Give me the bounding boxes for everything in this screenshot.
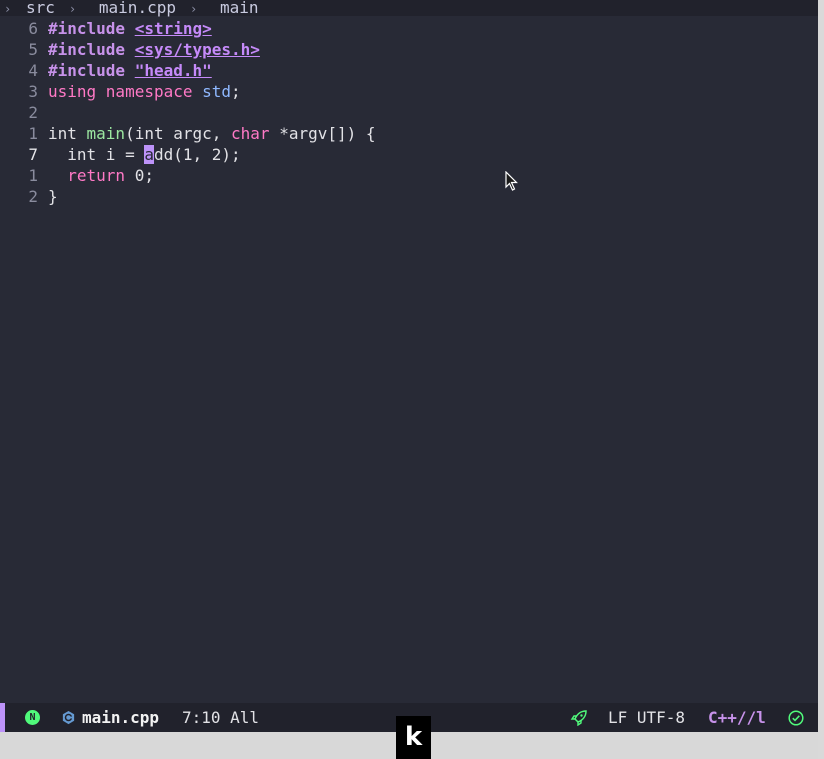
- breadcrumb-item-symbol[interactable]: main: [220, 0, 259, 16]
- breadcrumb-item-file[interactable]: main.cpp: [99, 0, 176, 16]
- code-token: <sys/types.h>: [134, 40, 260, 59]
- window-edge: [818, 0, 824, 759]
- breadcrumb: › src › main.cpp › main: [0, 0, 818, 16]
- language-indicator[interactable]: C++//l: [708, 703, 766, 732]
- code-token: int: [48, 124, 87, 143]
- mouse-pointer-icon: [505, 171, 518, 191]
- code-token: namespace: [105, 82, 203, 101]
- breadcrumb-separator: ›: [68, 2, 77, 16]
- line-number: 5: [28, 40, 38, 59]
- code-text[interactable]: }: [48, 186, 58, 207]
- code-line[interactable]: 2}: [0, 186, 818, 207]
- line-number: 6: [28, 19, 38, 38]
- code-line[interactable]: 5 #include <sys/types.h>: [0, 39, 818, 60]
- code-token: <string>: [134, 19, 212, 38]
- code-token: argc,: [173, 124, 232, 143]
- encoding-indicator[interactable]: LF UTF-8: [608, 703, 685, 732]
- code-line[interactable]: 2: [0, 102, 818, 123]
- code-token: dd(1, 2);: [153, 145, 241, 164]
- code-token: #include: [48, 19, 135, 38]
- cpp-file-icon: [62, 710, 75, 725]
- code-token: "head.h": [134, 61, 212, 80]
- code-token: 0;: [134, 166, 154, 185]
- code-token: #include: [48, 61, 135, 80]
- code-text[interactable]: int i = add(1, 2);: [48, 144, 241, 165]
- code-line[interactable]: 7 int i = add(1, 2);: [0, 144, 818, 165]
- breadcrumb-item-src[interactable]: src: [26, 0, 55, 16]
- breadcrumb-separator: ›: [189, 2, 198, 16]
- code-text[interactable]: #include <sys/types.h>: [48, 39, 260, 60]
- code-token: }: [48, 187, 58, 206]
- code-token: *argv[]) {: [279, 124, 376, 143]
- code-token: ;: [231, 82, 241, 101]
- code-line[interactable]: 4 #include "head.h": [0, 60, 818, 81]
- rocket-icon: [570, 710, 587, 726]
- line-number: 3: [28, 82, 38, 101]
- code-line[interactable]: 3 using namespace std;: [0, 81, 818, 102]
- cursor-position: 7:10 All: [182, 708, 260, 727]
- line-number: 1: [28, 124, 38, 143]
- check-circle-icon: [788, 710, 804, 726]
- code-text[interactable]: int main(int argc, char *argv[]) {: [48, 123, 376, 144]
- code-text[interactable]: return 0;: [48, 165, 154, 186]
- code-text[interactable]: #include <string>: [48, 18, 212, 39]
- normal-mode-badge: N: [25, 710, 40, 725]
- line-number: 1: [28, 166, 38, 185]
- code-token: #include: [48, 40, 135, 59]
- mode-indicator: [0, 703, 5, 732]
- code-text[interactable]: using namespace std;: [48, 81, 241, 102]
- code-token: i =: [105, 145, 145, 164]
- code-token: (: [125, 124, 135, 143]
- code-editor[interactable]: 6 #include <string> 5 #include <sys/types.h…: [0, 18, 818, 207]
- code-line[interactable]: 1 int main(int argc, char *argv[]) {: [0, 123, 818, 144]
- line-number: 2: [28, 103, 38, 122]
- code-token: char: [231, 124, 280, 143]
- k-logo: k: [396, 716, 431, 759]
- code-token: return: [48, 166, 135, 185]
- line-number: 2: [28, 187, 38, 206]
- text-cursor: a: [144, 145, 154, 164]
- code-line[interactable]: 6 #include <string>: [0, 18, 818, 39]
- editor-window: › src › main.cpp › main 6 #include <string> 5 #i…: [0, 0, 818, 759]
- code-text[interactable]: #include "head.h": [48, 60, 212, 81]
- code-token: int: [48, 145, 106, 164]
- code-line[interactable]: 1 return 0;: [0, 165, 818, 186]
- line-number: 4: [28, 61, 38, 80]
- line-number: 7: [28, 145, 38, 164]
- status-filename[interactable]: main.cpp: [82, 703, 159, 732]
- code-token: using: [48, 82, 106, 101]
- breadcrumb-separator: ›: [4, 2, 12, 16]
- code-token: std: [202, 82, 232, 101]
- code-token: int: [134, 124, 174, 143]
- code-token: main: [86, 124, 126, 143]
